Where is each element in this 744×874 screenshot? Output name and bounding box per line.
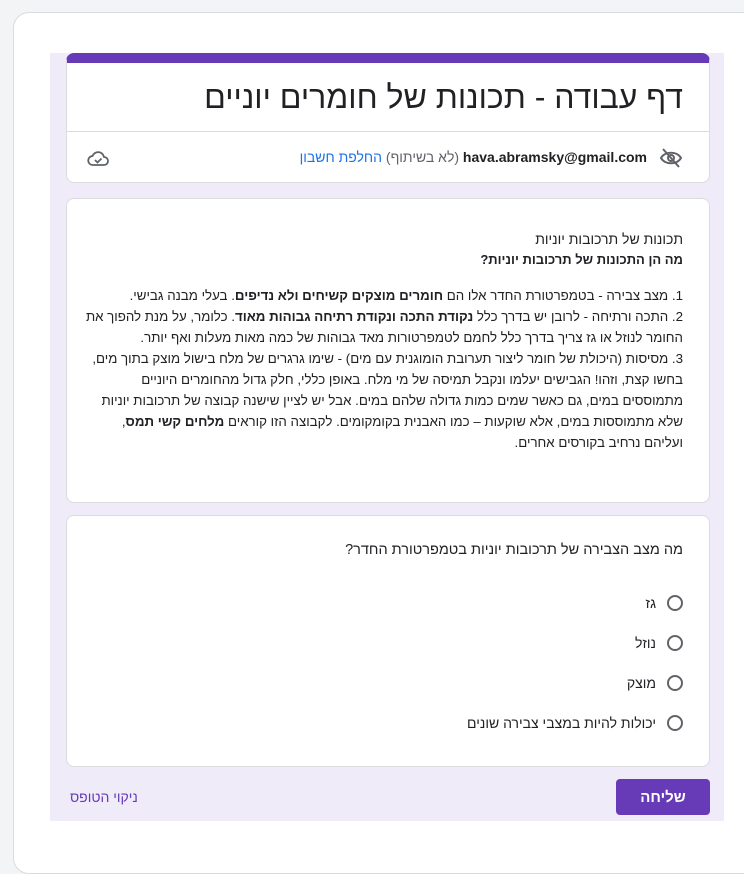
option-various[interactable]: יכולות להיות במצבי צבירה שונים bbox=[467, 711, 683, 735]
properties-list-item: 1. מצב צבירה - בטמפרטורת החדר אלו הם חומ… bbox=[83, 285, 683, 306]
section-info-card: תכונות של תרכובות יוניות מה הן התכונות ש… bbox=[66, 198, 710, 503]
eye-off-icon[interactable] bbox=[659, 148, 683, 168]
radio-button[interactable] bbox=[667, 635, 683, 651]
form-title: דף עבודה - תכונות של חומרים יוניים bbox=[204, 79, 683, 115]
section-title: תכונות של תרכובות יוניות bbox=[535, 231, 683, 247]
sharing-note: (לא בשיתוף) bbox=[382, 149, 463, 165]
submit-button[interactable]: שליחה bbox=[616, 779, 710, 815]
section-question: מה הן התכונות של תרכובות יוניות? bbox=[480, 252, 683, 267]
radio-button[interactable] bbox=[667, 675, 683, 691]
properties-list: 1. מצב צבירה - בטמפרטורת החדר אלו הם חומ… bbox=[83, 285, 683, 453]
form-header-card: דף עבודה - תכונות של חומרים יוניים hava.… bbox=[66, 53, 710, 183]
item-text: . בעלי מבנה גבישי. bbox=[129, 288, 235, 303]
option-label: נוזל bbox=[634, 635, 656, 651]
clear-form-link[interactable]: ניקוי הטופס bbox=[70, 789, 138, 805]
option-label: גז bbox=[645, 595, 656, 611]
bold-text: נקודת התכה ונקודת רתיחה גבוהות מאוד bbox=[234, 309, 474, 324]
switch-account-link[interactable]: החלפת חשבון bbox=[300, 149, 382, 165]
bold-text: מלחים קשי תמס bbox=[125, 414, 225, 429]
bold-text: חומרים מוצקים קשיחים ולא נדיפים bbox=[234, 288, 444, 303]
option-label: מוצק bbox=[626, 675, 656, 691]
properties-list-item: 2. התכה ורתיחה - לרובן יש בדרך כלל נקודת… bbox=[83, 306, 683, 348]
account-row: hava.abramsky@gmail.com (לא בשיתוף) החלפ… bbox=[67, 131, 709, 182]
item-text: 2. התכה ורתיחה - לרובן יש בדרך כלל bbox=[473, 309, 683, 324]
question-card: מה מצב הצבירה של תרכובות יוניות בטמפרטור… bbox=[66, 515, 710, 767]
option-solid[interactable]: מוצק bbox=[627, 671, 683, 695]
option-label: יכולות להיות במצבי צבירה שונים bbox=[467, 715, 656, 731]
option-liquid[interactable]: נוזל bbox=[635, 631, 683, 655]
form-canvas: דף עבודה - תכונות של חומרים יוניים hava.… bbox=[50, 53, 724, 821]
question-text: מה מצב הצבירה של תרכובות יוניות בטמפרטור… bbox=[345, 542, 683, 558]
option-gas[interactable]: גז bbox=[646, 591, 683, 615]
cloud-check-icon bbox=[87, 151, 109, 166]
properties-list-item: 3. מסיסות (היכולת של חומר ליצור תערובת ה… bbox=[83, 348, 683, 453]
account-info: hava.abramsky@gmail.com (לא בשיתוף) החלפ… bbox=[300, 149, 647, 165]
item-text: 1. מצב צבירה - בטמפרטורת החדר אלו הם bbox=[443, 288, 683, 303]
radio-button[interactable] bbox=[667, 715, 683, 731]
radio-button[interactable] bbox=[667, 595, 683, 611]
account-email: hava.abramsky@gmail.com bbox=[462, 149, 647, 165]
